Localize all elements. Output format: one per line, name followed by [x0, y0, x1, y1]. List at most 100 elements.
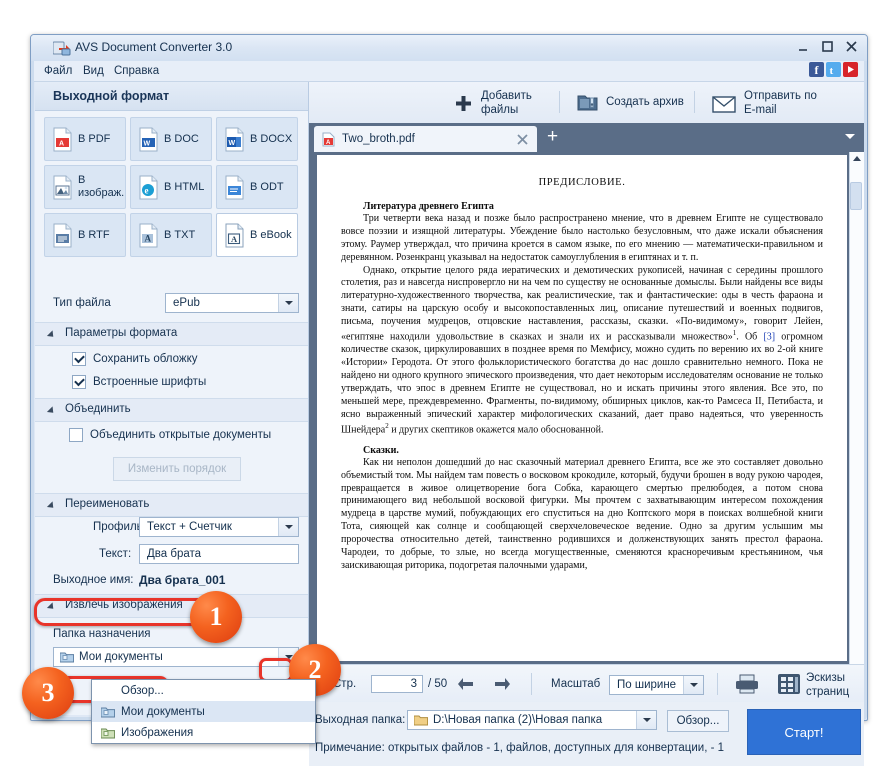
facebook-icon[interactable]: f: [809, 62, 824, 77]
document-paragraph-3: Как ни неполон дошедший до нас сказочный…: [341, 456, 823, 571]
output-folder-label: Выходная папка:: [315, 714, 406, 726]
page-thumbnails-icon[interactable]: [777, 673, 801, 695]
format-label: В ODT: [250, 180, 284, 193]
format-button-pdf[interactable]: A В PDF: [44, 117, 126, 161]
annotation-bubble-1: 1: [190, 591, 242, 643]
browse-button[interactable]: Обзор...: [667, 710, 729, 732]
document-paragraph-2: Однако, открытие целого ряда иератически…: [341, 264, 823, 435]
checkbox-merge-open-docs[interactable]: Объединить открытые документы: [69, 428, 271, 442]
arrow-right-icon[interactable]: [494, 676, 511, 692]
close-icon[interactable]: [844, 39, 859, 54]
zoom-value: По ширине: [617, 679, 677, 691]
add-files-button[interactable]: Добавить файлы: [454, 90, 532, 118]
output-format-header: Выходной формат: [35, 82, 308, 111]
add-files-line1: Добавить: [481, 90, 532, 102]
section-title: Объединить: [65, 403, 131, 415]
output-folder-select[interactable]: D:\Новая папка (2)\Новая папка: [407, 710, 657, 730]
format-button-html[interactable]: e В HTML: [130, 165, 212, 209]
format-button-odt[interactable]: В ODT: [216, 165, 298, 209]
minimize-icon[interactable]: [796, 39, 811, 54]
format-button-doc[interactable]: W В DOC: [130, 117, 212, 161]
scroll-up-icon[interactable]: [853, 156, 861, 161]
format-button-ebook[interactable]: A В eBook: [216, 213, 298, 257]
dest-folder-label: Папка назначения: [53, 628, 151, 640]
zoom-label: Масштаб: [551, 678, 601, 690]
envelope-icon: [712, 96, 736, 113]
document-link[interactable]: [3]: [763, 331, 775, 342]
section-rename[interactable]: Переименовать: [35, 493, 308, 517]
document-heading-2: Сказки.: [363, 444, 399, 456]
bottom-bar: Выходная папка: D:\Новая папка (2)\Новая…: [309, 702, 864, 766]
text-input[interactable]: Два брата: [139, 544, 299, 564]
profile-select[interactable]: Текст + Счетчик: [139, 517, 299, 537]
close-icon[interactable]: [517, 133, 528, 145]
svg-text:A: A: [145, 233, 152, 243]
rtf-file-icon: [52, 223, 73, 248]
send-email-button[interactable]: Отправить по E-mail: [712, 90, 817, 118]
filetype-select[interactable]: ePub: [165, 293, 299, 313]
twitter-icon[interactable]: t: [826, 62, 841, 77]
chevron-down-icon[interactable]: [845, 134, 855, 139]
format-button-docx[interactable]: W В DOCX: [216, 117, 298, 161]
svg-text:A: A: [59, 140, 64, 147]
thumbnails-line1: Эскизы: [806, 672, 846, 684]
format-button-rtf[interactable]: В RTF: [44, 213, 126, 257]
add-files-line2: файлы: [481, 103, 519, 116]
menu-item-help[interactable]: Справка: [110, 64, 163, 78]
docx-file-icon: W: [224, 127, 245, 152]
format-button-txt[interactable]: A В TXT: [130, 213, 212, 257]
add-tab-icon[interactable]: +: [547, 127, 558, 146]
checkbox-save-cover[interactable]: Сохранить обложку: [72, 352, 198, 366]
window-title: AVS Document Converter 3.0: [75, 40, 233, 54]
section-title: Параметры формата: [65, 327, 178, 339]
maximize-icon[interactable]: [820, 39, 835, 54]
menu-item-file[interactable]: Файл: [40, 64, 76, 78]
filetype-value: ePub: [173, 297, 200, 309]
document-scrollbar[interactable]: [849, 152, 864, 664]
annotation-number: 3: [41, 678, 55, 707]
menu-item-view[interactable]: Вид: [79, 64, 108, 78]
profile-value: Текст + Счетчик: [147, 521, 232, 533]
section-merge[interactable]: Объединить: [35, 398, 308, 422]
dropdown-item-my-documents[interactable]: Мои документы: [92, 701, 315, 722]
send-email-line1: Отправить по: [744, 90, 817, 102]
svg-text:e: e: [145, 185, 149, 195]
folder-icon: [413, 714, 429, 726]
dropdown-item-images[interactable]: Изображения: [92, 722, 315, 743]
youtube-icon[interactable]: [843, 62, 858, 77]
checkbox-embedded-fonts[interactable]: Встроенные шрифты: [72, 375, 206, 389]
dropdown-item-browse[interactable]: Обзор...: [92, 680, 315, 701]
scrollbar-thumb[interactable]: [850, 182, 862, 210]
arrow-left-icon[interactable]: [457, 676, 474, 692]
dest-folder-value: Мои документы: [79, 651, 163, 663]
chevron-down-icon[interactable]: [636, 711, 656, 729]
document-title: ПРЕДИСЛОВИЕ.: [538, 177, 626, 188]
checkbox-label: Сохранить обложку: [93, 353, 198, 365]
odt-file-icon: [224, 175, 245, 200]
create-archive-button[interactable]: Создать архив: [577, 93, 684, 112]
checkbox-box: [72, 375, 86, 389]
chevron-down-icon: [278, 518, 298, 536]
document-viewer: ПРЕДИСЛОВИЕ. Литература древнего Египта …: [309, 152, 864, 664]
filetype-label: Тип файла: [53, 297, 111, 309]
svg-text:t: t: [830, 65, 834, 77]
page-number-input[interactable]: 3: [371, 675, 423, 693]
output-format-title: Выходной формат: [53, 89, 170, 103]
start-button[interactable]: Старт!: [747, 709, 861, 755]
dropdown-item-label: Мои документы: [121, 705, 205, 718]
format-button-image[interactable]: В изображ.: [44, 165, 126, 209]
format-label: В eBook: [250, 228, 292, 241]
section-format-params[interactable]: Параметры формата: [35, 322, 308, 346]
svg-text:W: W: [229, 140, 236, 147]
page-navigation-bar: Стр. 3 / 50 Масштаб По ширине Эскизы стр…: [309, 664, 864, 703]
social-links: f t: [809, 62, 858, 77]
format-label: В RTF: [78, 228, 110, 241]
document-heading-1: Литература древнего Египта: [363, 201, 494, 212]
document-tab[interactable]: A Two_broth.pdf: [314, 126, 537, 152]
add-files-label: Добавить файлы: [481, 90, 532, 118]
create-archive-label: Создать архив: [606, 95, 684, 108]
printer-icon[interactable]: [734, 673, 760, 695]
desktop-background: AVS Document Converter 3.0 Файл Вид Спра…: [0, 0, 895, 767]
html-file-icon: e: [138, 175, 159, 200]
zoom-select[interactable]: По ширине: [609, 675, 704, 695]
